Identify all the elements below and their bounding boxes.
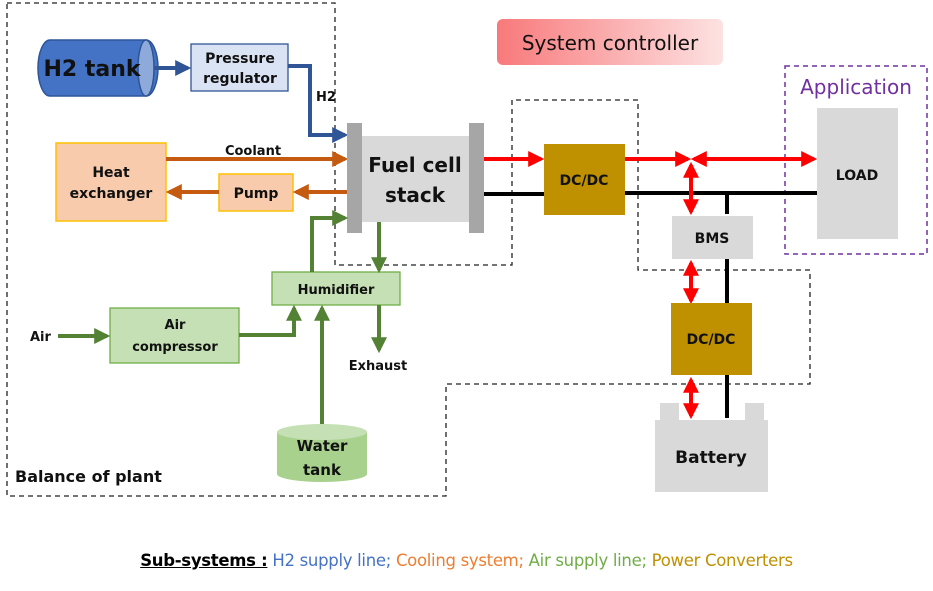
air-line-humidifier-to-stack bbox=[310, 210, 349, 272]
air-line-compressor-to-humidifier bbox=[239, 304, 302, 337]
pressure-regulator-label-2: regulator bbox=[203, 71, 277, 87]
h2-flow-label: H2 bbox=[316, 90, 336, 105]
legend-item-h2: H2 supply line; bbox=[272, 551, 391, 570]
water-tank-label-1: Water bbox=[297, 437, 348, 455]
battery-terminal-right bbox=[745, 403, 764, 421]
dcdc-fc-label: DC/DC bbox=[560, 173, 609, 189]
air-compressor-label-1: Air bbox=[165, 318, 187, 333]
heat-exchanger-box bbox=[55, 142, 167, 222]
system-controller-label: System controller bbox=[522, 31, 699, 55]
legend-item-air: Air supply line; bbox=[528, 551, 647, 570]
legend-item-power: Power Converters bbox=[651, 551, 793, 570]
heat-exchanger-label-1: Heat bbox=[92, 165, 130, 181]
fuel-cell-stack-label-1: Fuel cell bbox=[368, 153, 461, 177]
humidifier-label: Humidifier bbox=[298, 283, 375, 298]
fuel-cell-stack-label-2: stack bbox=[385, 183, 446, 207]
fuel-cell-stack: Fuel cell stack bbox=[347, 123, 484, 233]
stack-end-plate-right bbox=[469, 123, 484, 233]
dcdc-battery-label: DC/DC bbox=[687, 332, 736, 348]
air-in-label: Air bbox=[30, 330, 52, 345]
subsystems-legend: Sub-systems : H2 supply line; Cooling sy… bbox=[0, 551, 933, 570]
h2-tank-label: H2 tank bbox=[43, 57, 141, 82]
load-label: LOAD bbox=[836, 168, 878, 184]
h2-tank: H2 tank bbox=[37, 39, 159, 97]
heat-exchanger-label-2: exchanger bbox=[70, 186, 153, 202]
bms-label: BMS bbox=[695, 231, 730, 247]
battery-terminal-left bbox=[660, 403, 679, 421]
pressure-regulator-label-1: Pressure bbox=[205, 51, 275, 67]
stack-end-plate-left bbox=[347, 123, 362, 233]
fuel-cell-system-diagram: System controller Application H2 tank Pr… bbox=[6, 2, 928, 497]
air-compressor-label-2: compressor bbox=[132, 340, 218, 355]
water-tank: Water tank bbox=[277, 424, 367, 482]
legend-item-cooling: Cooling system; bbox=[395, 551, 524, 570]
application-label: Application bbox=[800, 75, 912, 99]
pump-label: Pump bbox=[234, 186, 279, 202]
exhaust-label: Exhaust bbox=[349, 359, 408, 374]
battery: Battery bbox=[655, 403, 768, 492]
coolant-flow-label: Coolant bbox=[225, 144, 281, 159]
battery-label: Battery bbox=[675, 448, 747, 468]
water-tank-label-2: tank bbox=[303, 461, 342, 479]
balance-of-plant-label: Balance of plant bbox=[15, 467, 162, 486]
legend-heading: Sub-systems : bbox=[140, 551, 268, 570]
